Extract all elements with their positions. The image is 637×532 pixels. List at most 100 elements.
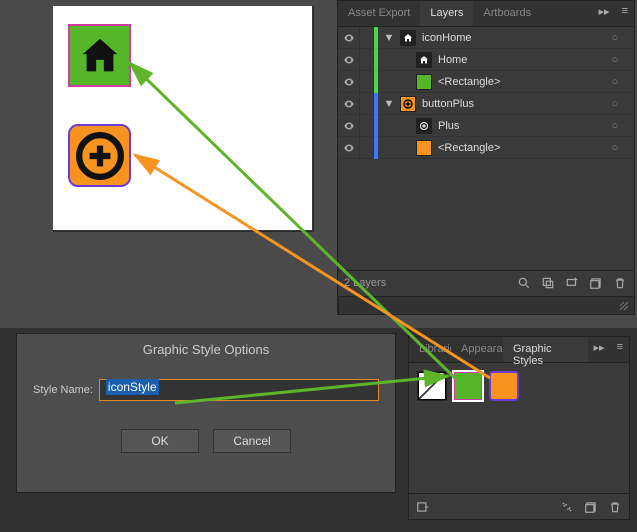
layer-row[interactable]: <Rectangle> ○ [338, 71, 634, 93]
layer-color [374, 49, 378, 71]
eye-icon [343, 98, 355, 110]
layer-thumbnail [416, 118, 432, 134]
selection-indicator [626, 49, 634, 71]
eye-icon [343, 54, 355, 66]
layer-thumbnail [400, 96, 416, 112]
visibility-toggle[interactable] [338, 115, 360, 137]
styles-library-menu-icon[interactable] [415, 499, 431, 515]
locate-object-icon[interactable] [516, 275, 532, 291]
home-icon [77, 33, 123, 79]
style-name-input[interactable]: iconStyle [99, 379, 379, 401]
layers-panel: Asset Export Layers Artboards ▸▸ ≡ ▼ ico… [337, 0, 635, 315]
eye-icon [343, 76, 355, 88]
panel-menu-icon[interactable]: ≡ [616, 1, 634, 26]
resize-grip-icon [618, 300, 630, 312]
cancel-button[interactable]: Cancel [213, 429, 291, 453]
target-icon[interactable]: ○ [604, 32, 626, 44]
selection-indicator [626, 115, 634, 137]
dialog-title: Graphic Style Options [17, 334, 395, 361]
layer-name[interactable]: <Rectangle> [436, 76, 604, 88]
new-sublayer-icon[interactable] [564, 275, 580, 291]
styles-panel-tabs: Libraries Appearance Graphic Styles ▸▸ ≡ [409, 337, 629, 363]
target-icon[interactable]: ○ [604, 98, 626, 110]
layer-thumbnail [400, 30, 416, 46]
lock-column[interactable] [360, 93, 374, 115]
panel-menu-icon[interactable]: ≡ [611, 337, 629, 362]
tab-appearance[interactable]: Appearance [451, 337, 503, 362]
layer-thumbnail [416, 140, 432, 156]
visibility-toggle[interactable] [338, 71, 360, 93]
panel-collapse-icon[interactable]: ▸▸ [593, 1, 616, 26]
make-clipping-mask-icon[interactable] [540, 275, 556, 291]
graphic-style-options-dialog: Graphic Style Options Style Name: iconSt… [16, 333, 396, 493]
style-swatch-iconstyle[interactable] [453, 371, 483, 401]
visibility-toggle[interactable] [338, 137, 360, 159]
tab-artboards[interactable]: Artboards [473, 1, 541, 26]
artboard-container [53, 6, 314, 232]
target-icon[interactable]: ○ [604, 142, 626, 154]
layer-rows: ▼ iconHome ○ Home ○ <Rectangle> ○ [338, 27, 634, 159]
style-swatch-orange[interactable] [489, 371, 519, 401]
ok-button[interactable]: OK [121, 429, 199, 453]
panel-collapse-icon[interactable]: ▸▸ [588, 337, 611, 362]
style-name-label: Style Name: [33, 384, 93, 396]
graphic-styles-footer [409, 493, 629, 519]
target-icon[interactable]: ○ [604, 120, 626, 132]
style-swatch-default[interactable] [417, 371, 447, 401]
lock-column[interactable] [360, 137, 374, 159]
button-plus-object[interactable] [68, 124, 131, 187]
layers-panel-footer: 2 Layers [338, 270, 634, 294]
visibility-toggle[interactable] [338, 93, 360, 115]
disclosure-icon[interactable]: ▼ [382, 98, 396, 110]
tab-layers[interactable]: Layers [420, 1, 473, 26]
eye-icon [343, 32, 355, 44]
panel-tabs: Asset Export Layers Artboards ▸▸ ≡ [338, 1, 634, 27]
artboard [53, 6, 312, 230]
layer-row[interactable]: <Rectangle> ○ [338, 137, 634, 159]
panel-resize[interactable] [338, 296, 634, 314]
break-link-icon[interactable] [559, 499, 575, 515]
delete-style-icon[interactable] [607, 499, 623, 515]
lock-column[interactable] [360, 71, 374, 93]
selection-indicator [626, 93, 634, 115]
lock-column[interactable] [360, 115, 374, 137]
layer-thumbnail [416, 52, 432, 68]
lock-column[interactable] [360, 49, 374, 71]
layer-row[interactable]: ▼ iconHome ○ [338, 27, 634, 49]
layer-name[interactable]: buttonPlus [420, 98, 604, 110]
icon-home-object[interactable] [68, 24, 131, 87]
eye-icon [343, 142, 355, 154]
selection-indicator [626, 137, 634, 159]
layer-count-label: 2 Layers [344, 277, 386, 289]
visibility-toggle[interactable] [338, 27, 360, 49]
new-style-icon[interactable] [583, 499, 599, 515]
tab-asset-export[interactable]: Asset Export [338, 1, 420, 26]
tab-libraries[interactable]: Libraries [409, 337, 451, 362]
lock-column[interactable] [360, 27, 374, 49]
selection-indicator [626, 71, 634, 93]
layer-name[interactable]: iconHome [420, 32, 604, 44]
layer-row[interactable]: ▼ buttonPlus ○ [338, 93, 634, 115]
layer-color [374, 137, 378, 159]
layer-color [374, 93, 378, 115]
layer-row[interactable]: Home ○ [338, 49, 634, 71]
eye-icon [343, 120, 355, 132]
visibility-toggle[interactable] [338, 49, 360, 71]
target-icon[interactable]: ○ [604, 54, 626, 66]
layer-thumbnail [416, 74, 432, 90]
layer-name[interactable]: <Rectangle> [436, 142, 604, 154]
layer-row[interactable]: Plus ○ [338, 115, 634, 137]
layer-name[interactable]: Plus [436, 120, 604, 132]
layer-color [374, 115, 378, 137]
plus-circle-icon [75, 131, 125, 181]
new-layer-icon[interactable] [588, 275, 604, 291]
delete-layer-icon[interactable] [612, 275, 628, 291]
graphic-styles-swatches [409, 363, 629, 409]
selection-indicator [626, 27, 634, 49]
disclosure-icon[interactable]: ▼ [382, 32, 396, 44]
target-icon[interactable]: ○ [604, 76, 626, 88]
tab-graphic-styles[interactable]: Graphic Styles [503, 337, 588, 362]
layer-color [374, 27, 378, 49]
layer-name[interactable]: Home [436, 54, 604, 66]
layer-color [374, 71, 378, 93]
